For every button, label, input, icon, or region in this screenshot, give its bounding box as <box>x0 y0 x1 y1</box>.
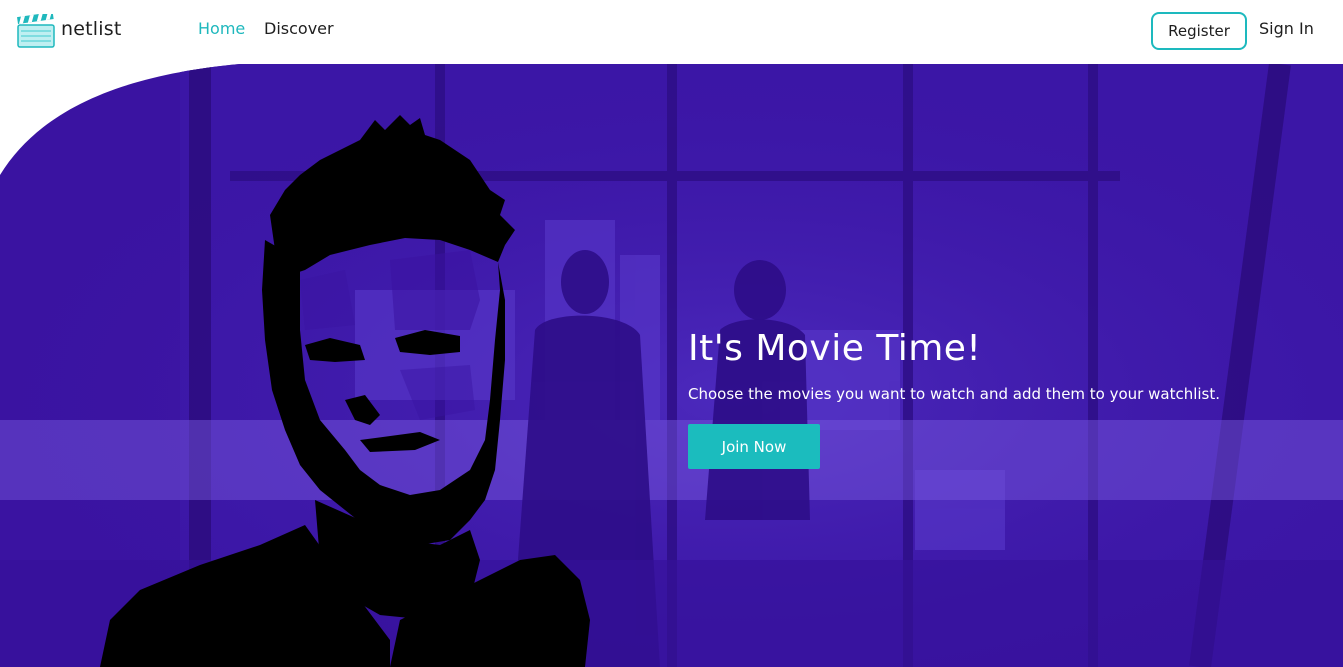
top-navbar: netlist Home Discover Register Sign In <box>0 0 1343 64</box>
sign-in-link[interactable]: Sign In <box>1259 19 1314 38</box>
hero-title: It's Movie Time! <box>688 328 982 369</box>
brand-link[interactable]: netlist <box>16 14 122 48</box>
join-now-button[interactable]: Join Now <box>688 424 820 469</box>
hero-section: It's Movie Time! Choose the movies you w… <box>0 0 1343 667</box>
nav-home-link[interactable]: Home <box>198 19 245 38</box>
brand-name: netlist <box>61 18 122 40</box>
clapperboard-icon <box>17 14 55 48</box>
nav-discover-link[interactable]: Discover <box>264 19 334 38</box>
hero-content: It's Movie Time! Choose the movies you w… <box>688 326 1288 469</box>
hero-subtitle: Choose the movies you want to watch and … <box>688 385 1221 403</box>
register-button[interactable]: Register <box>1151 12 1247 50</box>
